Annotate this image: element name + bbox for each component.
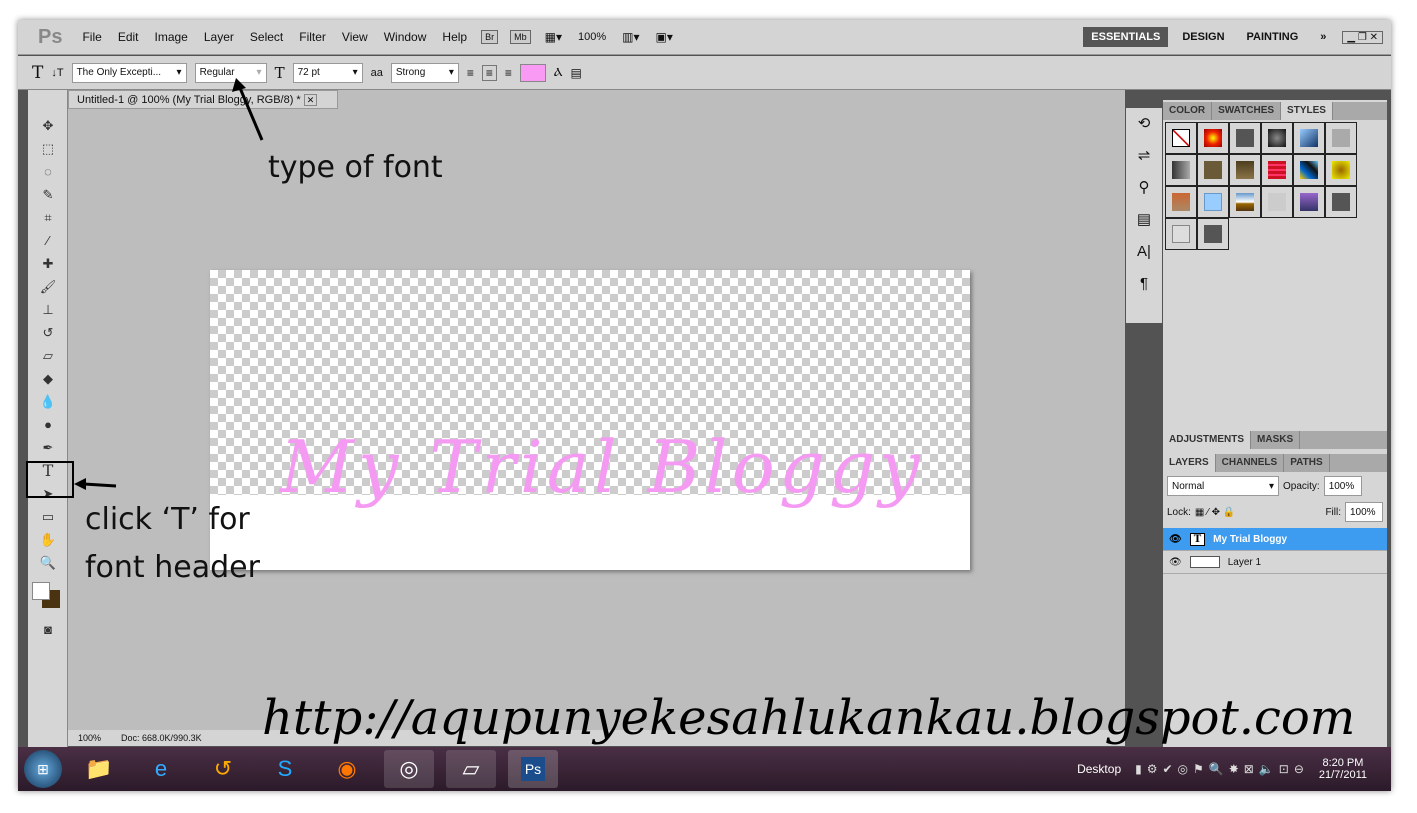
annotation-font: type of font (268, 150, 443, 185)
blog-url-watermark: http://aqupunyekesahlukankau.blogspot.co… (262, 690, 1356, 746)
type-tool-highlight (26, 461, 74, 498)
annotation-tool-2: font header (85, 550, 260, 585)
font-arrow (238, 87, 264, 141)
tool-arrow (83, 482, 117, 488)
annotation-tool-1: click ‘T’ for (85, 502, 250, 537)
font-arrowhead (232, 78, 246, 92)
tool-arrowhead (74, 478, 86, 490)
